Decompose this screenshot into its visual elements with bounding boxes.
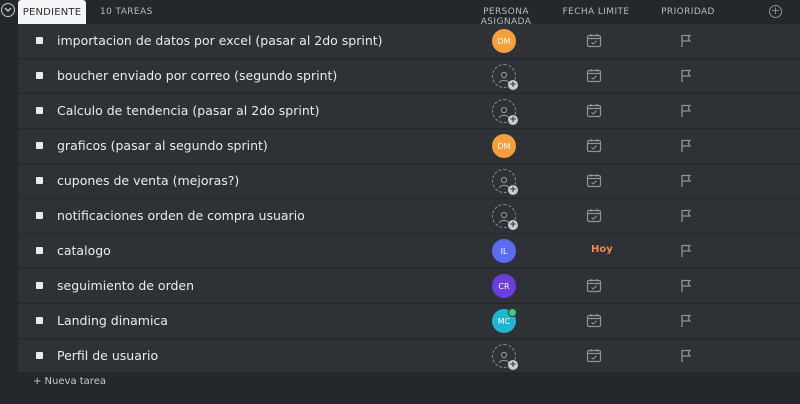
assignee-initials: MC <box>497 316 511 326</box>
online-status-dot <box>508 308 517 317</box>
new-task-button[interactable]: + Nueva tarea <box>33 376 106 387</box>
task-row[interactable]: Landing dinamica MC <box>18 304 800 339</box>
add-icon: + <box>508 80 518 90</box>
calendar-icon[interactable] <box>586 138 604 154</box>
add-icon: + <box>508 115 518 125</box>
task-row[interactable]: notificaciones orden de compra usuario + <box>18 199 800 234</box>
assignee-avatar[interactable]: MC <box>492 308 517 333</box>
flag-icon[interactable] <box>680 33 694 49</box>
assignee-avatar[interactable]: IL <box>492 239 516 263</box>
assignee-initials: DM <box>497 36 511 46</box>
assign-user-button[interactable]: + <box>492 344 518 370</box>
assign-user-button[interactable]: + <box>492 99 518 125</box>
column-priority[interactable]: PRIORIDAD <box>650 7 726 17</box>
task-count: 10 TAREAS <box>100 7 153 17</box>
task-name[interactable]: cupones de venta (mejoras?) <box>57 173 239 188</box>
calendar-icon[interactable] <box>586 68 604 84</box>
task-status-square[interactable] <box>36 317 43 324</box>
flag-icon[interactable] <box>680 278 694 294</box>
task-row[interactable]: Perfil de usuario + <box>18 339 800 374</box>
task-status-square[interactable] <box>36 177 43 184</box>
flag-icon[interactable] <box>680 173 694 189</box>
task-status-square[interactable] <box>36 352 43 359</box>
task-status-square[interactable] <box>36 282 43 289</box>
calendar-icon[interactable] <box>586 173 604 189</box>
column-due-date[interactable]: FECHA LIMITE <box>560 7 632 17</box>
add-column-button[interactable]: + <box>769 5 782 18</box>
assignee-initials: IL <box>500 246 508 256</box>
add-icon: + <box>508 220 518 230</box>
task-list: importacion de datos por excel (pasar al… <box>18 24 800 374</box>
new-task-row[interactable]: + Nueva tarea <box>18 372 800 394</box>
flag-icon[interactable] <box>680 68 694 84</box>
task-name[interactable]: seguimiento de orden <box>57 278 194 293</box>
calendar-icon[interactable] <box>586 103 604 119</box>
status-tab[interactable]: PENDIENTE <box>18 0 86 24</box>
task-name[interactable]: catalogo <box>57 243 111 258</box>
task-status-square[interactable] <box>36 212 43 219</box>
task-status-square[interactable] <box>36 142 43 149</box>
task-name[interactable]: Perfil de usuario <box>57 348 158 363</box>
due-date-value[interactable]: Hoy <box>591 244 613 255</box>
chevron-down-icon <box>4 7 12 12</box>
task-status-square[interactable] <box>36 72 43 79</box>
calendar-icon[interactable] <box>586 33 604 49</box>
task-row[interactable]: catalogo IL Hoy <box>18 234 800 269</box>
calendar-icon[interactable] <box>586 278 604 294</box>
task-name[interactable]: importacion de datos por excel (pasar al… <box>57 33 383 48</box>
assignee-avatar[interactable]: DM <box>492 134 516 158</box>
flag-icon[interactable] <box>680 243 694 259</box>
plus-circle-icon: + <box>770 4 781 17</box>
calendar-icon[interactable] <box>586 208 604 224</box>
task-status-square[interactable] <box>36 37 43 44</box>
flag-icon[interactable] <box>680 138 694 154</box>
flag-icon[interactable] <box>680 208 694 224</box>
assignee-initials: CR <box>498 281 510 291</box>
task-row[interactable]: seguimiento de orden CR <box>18 269 800 304</box>
task-name[interactable]: graficos (pasar al segundo sprint) <box>57 138 268 153</box>
task-name[interactable]: Landing dinamica <box>57 313 168 328</box>
flag-icon[interactable] <box>680 348 694 364</box>
collapse-toggle[interactable] <box>1 3 15 17</box>
calendar-icon[interactable] <box>586 348 604 364</box>
assign-user-button[interactable]: + <box>492 169 518 195</box>
task-name[interactable]: Calculo de tendencia (pasar al 2do sprin… <box>57 103 320 118</box>
list-header: PENDIENTE 10 TAREAS PERSONA ASIGNADA FEC… <box>0 0 800 27</box>
flag-icon[interactable] <box>680 103 694 119</box>
task-name[interactable]: notificaciones orden de compra usuario <box>57 208 305 223</box>
flag-icon[interactable] <box>680 313 694 329</box>
task-status-square[interactable] <box>36 107 43 114</box>
task-row[interactable]: cupones de venta (mejoras?) + <box>18 164 800 199</box>
assign-user-button[interactable]: + <box>492 64 518 90</box>
assign-user-button[interactable]: + <box>492 204 518 230</box>
task-row[interactable]: Calculo de tendencia (pasar al 2do sprin… <box>18 94 800 129</box>
assignee-initials: DM <box>497 141 511 151</box>
task-row[interactable]: importacion de datos por excel (pasar al… <box>18 24 800 59</box>
task-name[interactable]: boucher enviado por correo (segundo spri… <box>57 68 337 83</box>
assignee-avatar[interactable]: CR <box>492 274 516 298</box>
task-row[interactable]: graficos (pasar al segundo sprint) DM <box>18 129 800 164</box>
calendar-icon[interactable] <box>586 313 604 329</box>
task-status-square[interactable] <box>36 247 43 254</box>
assignee-avatar[interactable]: DM <box>492 29 516 53</box>
add-icon: + <box>508 360 518 370</box>
add-icon: + <box>508 185 518 195</box>
task-row[interactable]: boucher enviado por correo (segundo spri… <box>18 59 800 94</box>
